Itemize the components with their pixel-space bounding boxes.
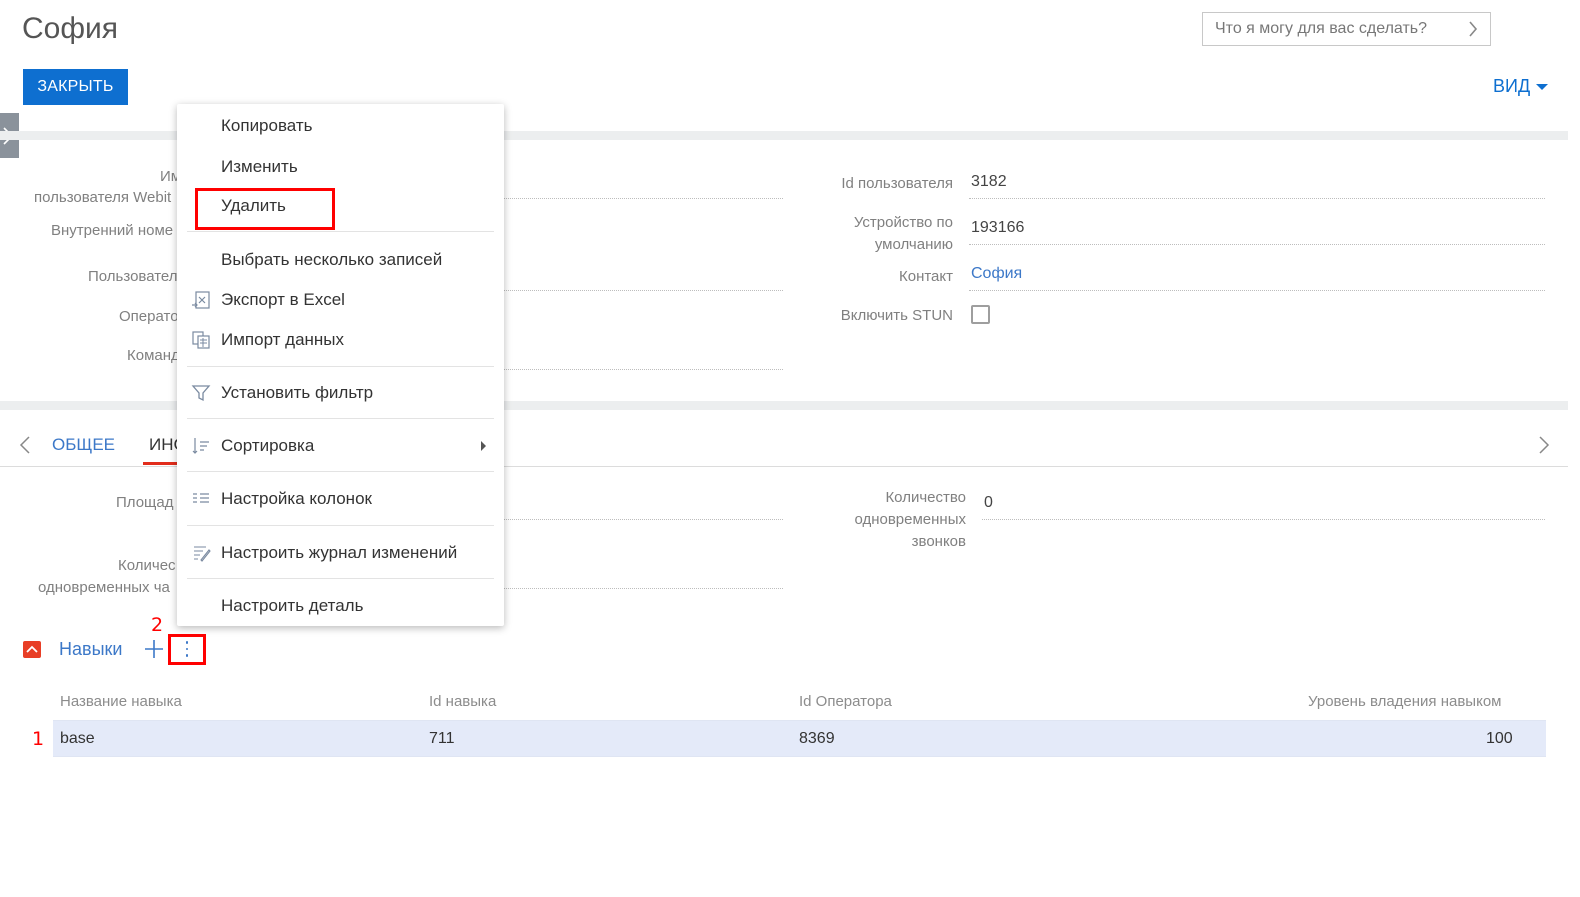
column-header-skill-name[interactable]: Название навыка [60,693,182,710]
menu-separator [187,231,494,232]
plus-icon[interactable] [144,638,164,660]
menu-separator [187,525,494,526]
contact-label: Контакт [898,268,953,285]
concurrent-left-label-1: Количес [118,557,176,574]
user-label: Пользовател [88,268,178,285]
annotation-step-1: 1 [32,728,45,750]
operator-label: Операто [119,308,179,325]
team-label: Команд [127,347,180,364]
concurrent-calls-label-3: звонков [911,533,966,550]
filter-icon [191,385,211,402]
menu-item-column-settings[interactable]: Настройка колонок [221,489,372,509]
submenu-arrow-icon [481,441,486,451]
detail-actions-menu-button[interactable] [168,634,206,665]
vertical-dots-icon [185,641,189,661]
view-button-label: ВИД [1493,76,1531,96]
concurrent-calls-field-line [982,519,1545,520]
concurrent-left-label-2: одновременных ча [38,579,170,596]
tab-general[interactable]: ОБЩЕЕ [52,435,115,455]
concurrent-calls-value[interactable]: 0 [984,494,993,512]
menu-separator [187,418,494,419]
detail-context-menu: Копировать Изменить Удалить Выбрать неск… [177,104,504,626]
chevron-up-icon [26,645,38,653]
cell-skill-level: 100 [1486,730,1513,747]
cell-operator-id: 8369 [799,730,835,747]
menu-item-export-excel[interactable]: Экспорт в Excel [221,290,345,310]
platform-field-line [504,519,783,520]
menu-item-edit[interactable]: Изменить [221,157,298,177]
page-title: София [22,12,119,45]
collapse-detail-button[interactable] [23,641,41,658]
concurrent-calls-label-2: одновременных [854,511,966,528]
contact-field-line [969,290,1545,291]
menu-separator [187,471,494,472]
menu-item-import-data[interactable]: Импорт данных [221,330,344,350]
data-import-icon [192,331,210,349]
platform-label: Площад [116,494,174,511]
user-id-value[interactable]: 3182 [971,173,1007,191]
user-id-label: Id пользователя [841,175,953,192]
default-device-label-2: умолчанию [874,236,953,253]
concurrent-left-field-line [504,588,783,589]
view-button[interactable]: ВИД [1493,76,1549,97]
menu-item-select-multiple[interactable]: Выбрать несколько записей [221,250,442,270]
menu-item-configure-detail[interactable]: Настроить деталь [221,596,363,616]
sort-icon [192,438,209,454]
search-placeholder: Что я могу для вас сделать? [1215,20,1428,37]
menu-item-configure-change-log[interactable]: Настроить журнал изменений [221,543,457,563]
menu-separator [187,366,494,367]
user-field-line [504,290,783,291]
menu-item-sorting[interactable]: Сортировка [221,436,314,456]
columns-settings-icon [193,493,209,503]
stun-label: Включить STUN [840,307,953,324]
stun-checkbox[interactable] [971,305,990,324]
internal-number-label: Внутренний номе [51,222,174,239]
close-button[interactable]: ЗАКРЫТЬ [23,69,128,105]
menu-item-copy[interactable]: Копировать [221,116,313,136]
menu-item-set-filter[interactable]: Установить фильтр [221,383,373,403]
delete-highlight-frame [195,188,335,230]
chevron-left-icon[interactable] [19,436,31,454]
change-log-icon [194,546,211,562]
chevron-right-icon[interactable] [1468,21,1478,37]
username-field-line [504,198,783,199]
contact-link[interactable]: София [971,265,1022,283]
username-label-line2: пользователя Webit [34,189,172,206]
cell-skill-name: base [60,730,95,747]
default-device-value[interactable]: 193166 [971,219,1024,237]
command-search-input[interactable]: Что я могу для вас сделать? [1202,12,1491,46]
team-field-line [504,369,783,370]
column-header-skill-level[interactable]: Уровень владения навыком [1308,693,1501,710]
caret-down-icon [1536,83,1549,90]
column-header-skill-id[interactable]: Id навыка [429,693,496,710]
default-device-label-1: Устройство по [853,214,953,231]
default-device-field-line [969,244,1545,245]
detail-title[interactable]: Навыки [59,639,122,660]
excel-export-icon [192,291,210,309]
concurrent-calls-label-1: Количество [885,489,966,506]
annotation-step-2: 2 [151,614,164,636]
chevron-right-icon[interactable] [1538,436,1550,454]
user-id-field-line [969,198,1545,199]
column-header-operator-id[interactable]: Id Оператора [799,693,892,710]
cell-skill-id: 711 [429,730,455,747]
menu-separator [187,578,494,579]
